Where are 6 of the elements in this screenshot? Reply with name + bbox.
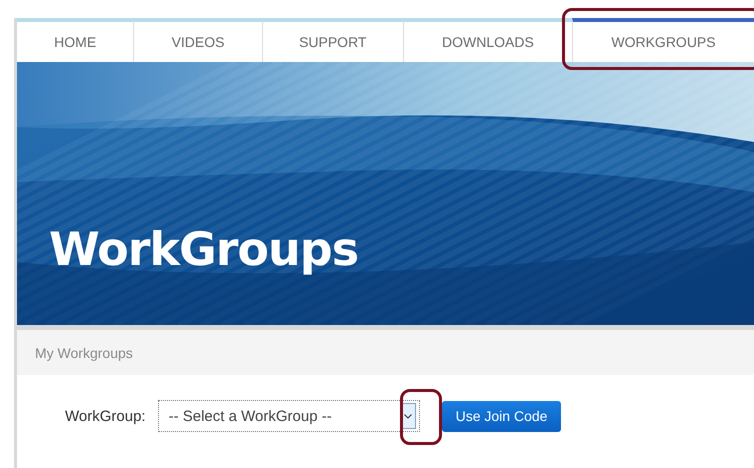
join-code-button[interactable]: Use Join Code	[442, 400, 562, 432]
workgroup-select[interactable]: -- Select a WorkGroup --	[158, 400, 420, 432]
nav-tab[interactable]: WORKGROUPS	[572, 18, 754, 62]
section-title: My Workgroups	[35, 344, 133, 360]
field-label: WorkGroup:	[65, 408, 146, 424]
banner-title: WorkGroups	[49, 222, 358, 276]
